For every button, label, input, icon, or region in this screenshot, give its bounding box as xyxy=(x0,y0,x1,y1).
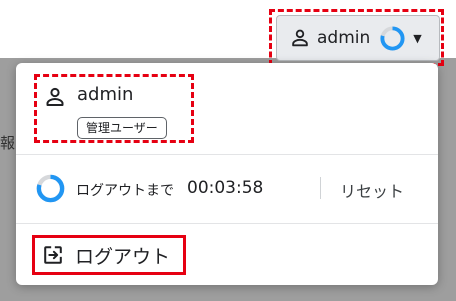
progress-ring-icon xyxy=(380,25,405,51)
reset-button[interactable]: リセット xyxy=(340,178,404,202)
logout-label: ログアウト xyxy=(75,245,171,268)
caret-down-icon: ▼ xyxy=(413,31,422,45)
role-badge: 管理ユーザー xyxy=(77,117,167,139)
session-timer-icon xyxy=(36,174,65,203)
menu-username: admin xyxy=(77,84,134,105)
session-timer-value: 00:03:58 xyxy=(187,178,264,198)
vertical-divider xyxy=(320,177,321,199)
user-identity: admin 管理ユーザー xyxy=(34,74,194,143)
menu-divider xyxy=(16,223,438,224)
logout-icon xyxy=(44,246,62,264)
user-menu-button[interactable]: admin ▼ xyxy=(276,15,440,61)
person-icon xyxy=(46,87,64,106)
header-username: admin xyxy=(317,28,371,48)
session-timer-label: ログアウトまで xyxy=(76,183,174,199)
person-icon xyxy=(292,29,308,47)
logout-button[interactable]: ログアウト xyxy=(32,235,186,275)
menu-divider xyxy=(16,154,438,155)
